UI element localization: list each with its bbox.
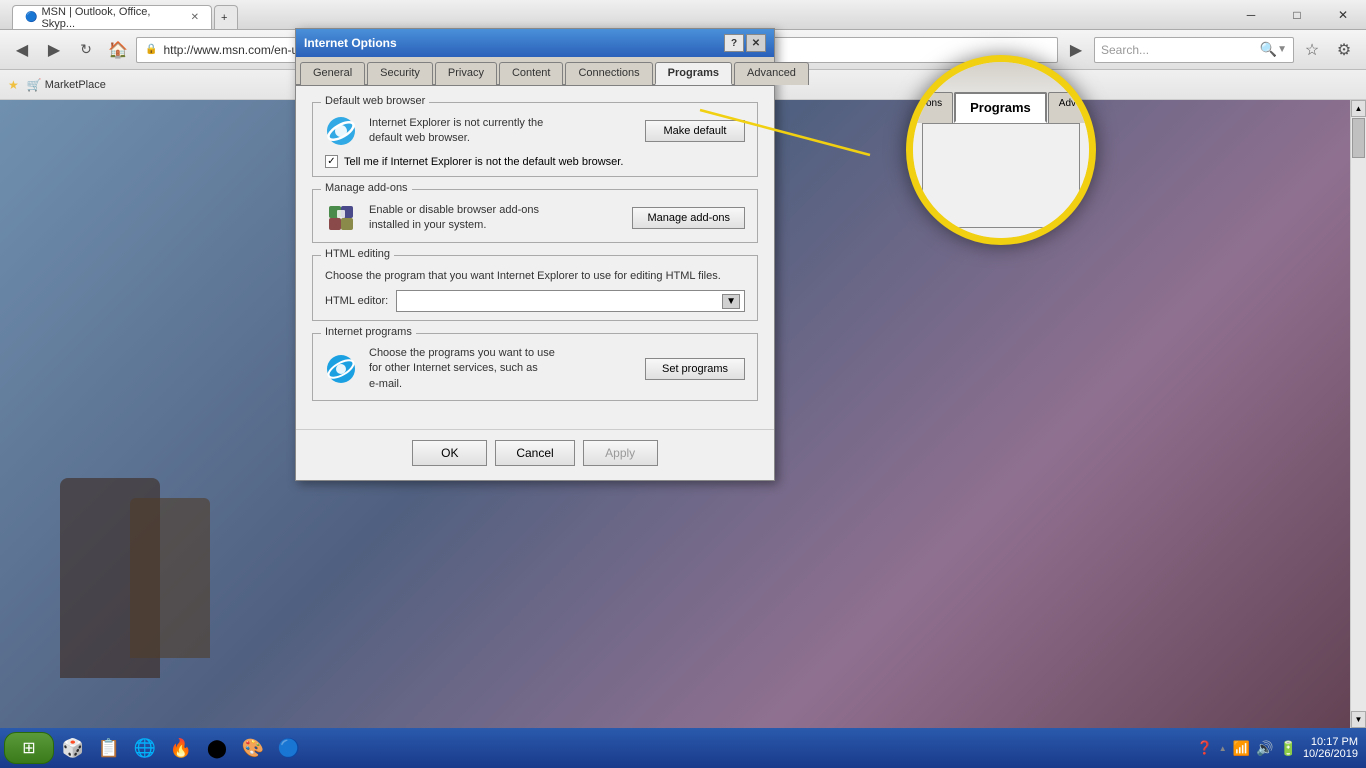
taskbar-icon-3[interactable]: 🌐	[128, 732, 162, 764]
star-icon: ★	[8, 78, 19, 92]
section-programs-title: Internet programs	[321, 326, 416, 338]
tools-button[interactable]: ⚙	[1330, 36, 1358, 64]
select-dropdown-arrow[interactable]: ▼	[722, 294, 740, 309]
html-editor-row: HTML editor: ▼	[325, 290, 745, 312]
scroll-up-button[interactable]: ▲	[1351, 100, 1366, 117]
windows-logo-icon: ⊞	[22, 738, 35, 758]
apply-button[interactable]: Apply	[583, 440, 658, 466]
taskbar-icon-chrome[interactable]: ⬤	[200, 732, 234, 764]
tab-privacy[interactable]: Privacy	[435, 62, 497, 85]
programs-row: Choose the programs you want to use for …	[325, 346, 745, 392]
taskbar-icon-paint[interactable]: 🎨	[236, 732, 270, 764]
tab-advanced[interactable]: Advanced	[734, 62, 809, 85]
browser-tab-msn[interactable]: 🔵 MSN | Outlook, Office, Skyp... ✕	[12, 5, 212, 29]
default-browser-text: Internet Explorer is not currently the d…	[369, 116, 633, 147]
dialog-content: Default web browser Internet Explorer is…	[296, 86, 774, 429]
dialog-title-buttons: ? ✕	[724, 34, 766, 52]
section-addons-title: Manage add-ons	[321, 182, 412, 194]
programs-icon	[325, 353, 357, 385]
default-browser-checkbox[interactable]: ✓	[325, 155, 338, 168]
manage-addons-button[interactable]: Manage add-ons	[632, 207, 745, 229]
make-default-button[interactable]: Make default	[645, 120, 745, 142]
section-html-editing: HTML editing Choose the program that you…	[312, 255, 758, 321]
taskbar-icon-1[interactable]: 🎲	[56, 732, 90, 764]
section-default-browser-title: Default web browser	[321, 95, 429, 107]
favorites-button[interactable]: ☆	[1298, 36, 1326, 64]
volume-icon[interactable]: 🔊	[1256, 740, 1273, 757]
cancel-button[interactable]: Cancel	[495, 440, 574, 466]
tab-programs[interactable]: Programs	[655, 62, 732, 85]
taskbar-help-icon[interactable]: ❓	[1197, 740, 1213, 756]
taskbar-icon-firefox[interactable]: 🔥	[164, 732, 198, 764]
minimize-button[interactable]: ─	[1228, 0, 1274, 30]
addons-text: Enable or disable browser add-ons instal…	[369, 203, 620, 234]
browser-title-bar: 🔵 MSN | Outlook, Office, Skyp... ✕ + ─ □…	[0, 0, 1366, 30]
favorites-marketplace[interactable]: 🛒 MarketPlace	[27, 78, 106, 92]
tab-close-icon[interactable]: ✕	[191, 12, 199, 23]
dialog-title: Internet Options	[304, 36, 397, 50]
default-browser-row: Internet Explorer is not currently the d…	[325, 115, 745, 147]
marketplace-icon: 🛒	[27, 78, 42, 92]
favorites-star[interactable]: ★	[8, 78, 19, 92]
checkbox-label: Tell me if Internet Explorer is not the …	[344, 156, 623, 168]
search-container: Search... 🔍 ▼	[1094, 37, 1294, 63]
scroll-thumb[interactable]	[1352, 118, 1365, 158]
section-html-title: HTML editing	[321, 248, 394, 260]
tab-connections[interactable]: Connections	[565, 62, 652, 85]
tab-general[interactable]: General	[300, 62, 365, 85]
back-button[interactable]: ◀	[8, 36, 36, 64]
taskbar-icon-ie[interactable]: 🔵	[272, 732, 306, 764]
tab-security[interactable]: Security	[367, 62, 433, 85]
internet-options-dialog[interactable]: Internet Options ? ✕ General Security Pr…	[295, 28, 775, 481]
scroll-track	[1351, 117, 1366, 711]
maximize-button[interactable]: □	[1274, 0, 1320, 30]
dialog-footer: OK Cancel Apply	[296, 429, 774, 480]
html-editor-label: HTML editor:	[325, 295, 388, 307]
ie-browser-icon	[325, 115, 357, 147]
browser-tab-new[interactable]: +	[214, 5, 238, 29]
taskbar-icon-2[interactable]: 📋	[92, 732, 126, 764]
tab-content[interactable]: Content	[499, 62, 564, 85]
refresh-button[interactable]: ↻	[72, 36, 100, 64]
dialog-titlebar: Internet Options ? ✕	[296, 29, 774, 57]
home-button[interactable]: 🏠	[104, 36, 132, 64]
player-figure-2	[130, 498, 210, 658]
address-go-button[interactable]: ▶	[1062, 36, 1090, 64]
set-programs-button[interactable]: Set programs	[645, 358, 745, 380]
search-input[interactable]: Search...	[1101, 43, 1260, 57]
ok-button[interactable]: OK	[412, 440, 487, 466]
addons-icon	[325, 202, 357, 234]
dialog-help-button[interactable]: ?	[724, 34, 744, 52]
dialog-close-button[interactable]: ✕	[746, 34, 766, 52]
browser-tabs: 🔵 MSN | Outlook, Office, Skyp... ✕ +	[12, 0, 240, 29]
title-bar-controls: ─ □ ✕	[1228, 0, 1366, 30]
programs-text: Choose the programs you want to use for …	[369, 346, 633, 392]
start-button[interactable]: ⊞	[4, 732, 54, 764]
section-default-browser: Default web browser Internet Explorer is…	[312, 102, 758, 177]
scroll-down-button[interactable]: ▼	[1351, 711, 1366, 728]
search-submit-button[interactable]: 🔍	[1260, 41, 1277, 58]
checkbox-row: ✓ Tell me if Internet Explorer is not th…	[325, 155, 745, 168]
network-icon: 📶	[1233, 740, 1250, 757]
taskbar-right-area: ❓ ▲ 📶 🔊 🔋 10:17 PM 10/26/2019	[1189, 728, 1366, 768]
html-editing-text: Choose the program that you want Interne…	[325, 270, 745, 282]
taskbar-clock[interactable]: 10:17 PM 10/26/2019	[1303, 736, 1358, 760]
battery-icon: 🔋	[1280, 740, 1297, 757]
section-manage-addons: Manage add-ons Enable or disable browser…	[312, 189, 758, 243]
taskbar-expand-icon[interactable]: ▲	[1219, 744, 1227, 753]
dialog-tabs: General Security Privacy Content Connect…	[296, 57, 774, 86]
section-internet-programs: Internet programs Choose the programs yo…	[312, 333, 758, 401]
search-dropdown-icon[interactable]: ▼	[1277, 44, 1287, 55]
addons-row: Enable or disable browser add-ons instal…	[325, 202, 745, 234]
html-editor-select[interactable]: ▼	[396, 290, 745, 312]
taskbar: ⊞ 🎲 📋 🌐 🔥 ⬤ 🎨 🔵 ❓ ▲ 📶 🔊 🔋 10:17 PM 10/26…	[0, 728, 1366, 768]
close-button[interactable]: ✕	[1320, 0, 1366, 30]
scrollbar: ▲ ▼	[1350, 100, 1366, 728]
forward-button[interactable]: ▶	[40, 36, 68, 64]
